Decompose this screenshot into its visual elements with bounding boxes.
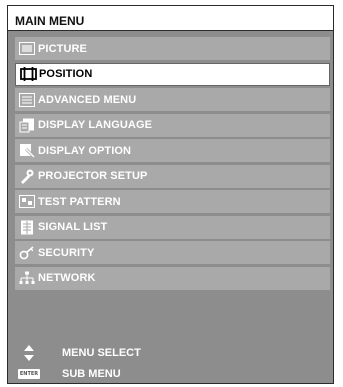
menu-footer: MENU SELECT ENTER SUB MENU <box>15 344 330 384</box>
signal-list-icon <box>18 219 36 235</box>
menu-item-test-pattern[interactable]: TEST PATTERN <box>15 190 330 213</box>
menu-item-advanced-menu[interactable]: ADVANCED MENU <box>15 88 330 111</box>
menu-item-label: TEST PATTERN <box>38 195 121 208</box>
menu-item-picture[interactable]: PICTURE <box>15 37 330 60</box>
sub-menu-label: SUB MENU <box>62 368 121 380</box>
menu-item-projector-setup[interactable]: PROJECTOR SETUP <box>15 164 330 188</box>
menu-item-position[interactable]: POSITION <box>15 62 330 86</box>
menu-select-hint: MENU SELECT <box>15 344 141 362</box>
picture-icon <box>18 41 36 57</box>
position-icon <box>19 66 37 82</box>
advanced-menu-icon <box>18 92 36 108</box>
menu-item-label: PROJECTOR SETUP <box>38 170 148 182</box>
menu-list: PICTURE POSITION ADVANCED MENU DISPLAY L… <box>15 37 330 292</box>
security-key-icon <box>18 245 36 261</box>
network-icon <box>18 270 36 286</box>
menu-item-security[interactable]: SECURITY <box>15 241 330 264</box>
menu-item-signal-list[interactable]: SIGNAL LIST <box>15 215 330 239</box>
menu-item-display-language[interactable]: DISPLAY LANGUAGE <box>15 113 330 137</box>
up-down-arrows-icon <box>15 345 43 361</box>
menu-item-label: NETWORK <box>38 272 96 284</box>
display-option-icon <box>18 143 36 159</box>
display-language-icon <box>18 117 36 133</box>
enter-key-label: ENTER <box>17 369 41 379</box>
menu-select-label: MENU SELECT <box>62 347 141 359</box>
menu-item-label: SECURITY <box>38 246 95 259</box>
main-menu-panel: MAIN MENU PICTURE POSITION ADVANCED MENU… <box>7 5 334 384</box>
projector-setup-icon <box>18 168 36 184</box>
menu-item-display-option[interactable]: DISPLAY OPTION <box>15 139 330 162</box>
menu-item-label: DISPLAY OPTION <box>38 144 132 157</box>
menu-item-label: PICTURE <box>38 42 87 55</box>
test-pattern-icon <box>18 194 36 210</box>
enter-key-icon: ENTER <box>15 369 43 379</box>
menu-item-label: SIGNAL LIST <box>38 221 108 233</box>
menu-item-network[interactable]: NETWORK <box>15 266 330 290</box>
menu-item-label: POSITION <box>39 68 93 80</box>
menu-item-label: DISPLAY LANGUAGE <box>38 119 153 131</box>
menu-item-label: ADVANCED MENU <box>38 93 137 106</box>
menu-title: MAIN MENU <box>8 6 333 31</box>
sub-menu-hint: ENTER SUB MENU <box>15 365 121 383</box>
